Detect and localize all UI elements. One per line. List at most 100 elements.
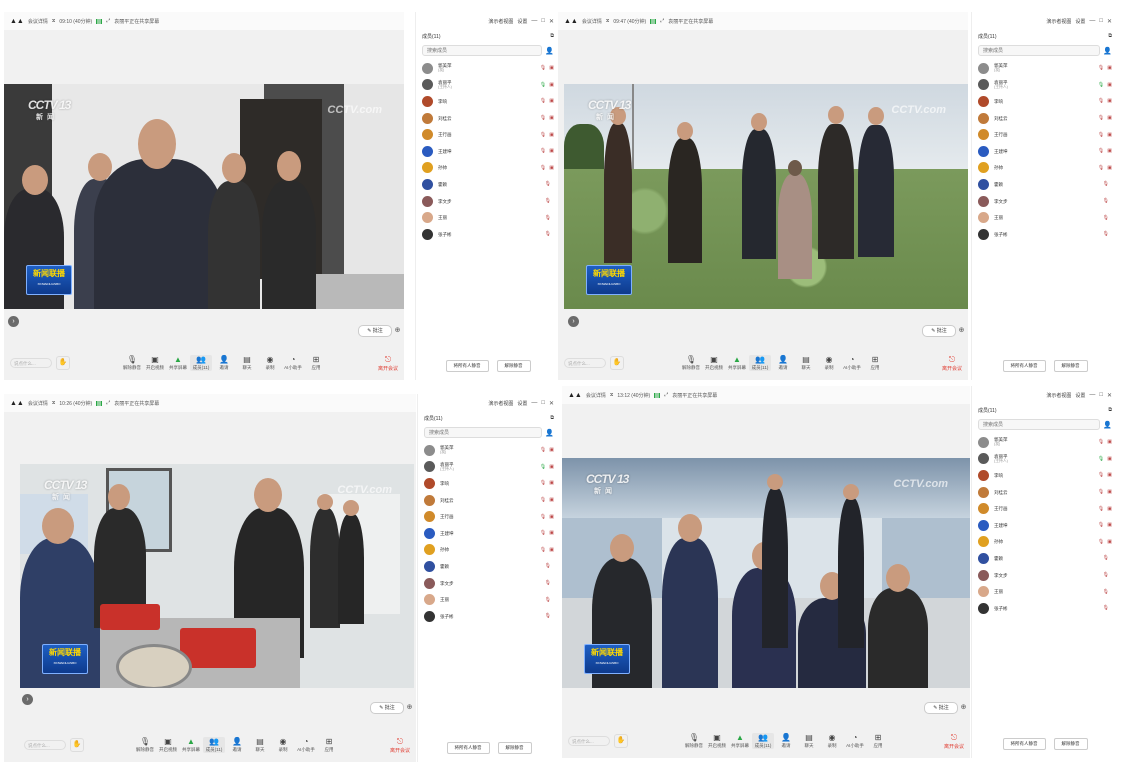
unmute-all-button[interactable]: 解除静音: [497, 742, 532, 754]
meeting-info-label[interactable]: 会议详情: [582, 18, 602, 25]
add-member-icon[interactable]: 👤: [1103, 421, 1112, 429]
camera-off-icon[interactable]: ▣: [1107, 472, 1112, 478]
annotate-button[interactable]: ✎ 批注: [924, 702, 958, 714]
settings-button[interactable]: 设置: [517, 18, 527, 25]
share-screen-button[interactable]: ▲ 共享屏幕: [167, 355, 189, 371]
mic-muted-icon[interactable]: 🎙: [1098, 489, 1104, 495]
member-row[interactable]: 李响 🎙 ▣: [972, 93, 1118, 110]
annotate-button[interactable]: ✎ 批注: [922, 325, 956, 337]
member-row[interactable]: 李响 🎙 ▣: [972, 467, 1118, 484]
camera-off-icon[interactable]: ▣: [549, 148, 554, 154]
member-row[interactable]: 张子彬 🎙: [972, 226, 1118, 243]
apps-button[interactable]: ⊞ 应用: [305, 355, 327, 371]
mic-muted-icon[interactable]: 🎙: [540, 132, 546, 138]
zoom-icon[interactable]: ⊕: [393, 326, 402, 335]
expand-arrow-icon[interactable]: ›: [8, 316, 19, 327]
member-row[interactable]: 孙帅 🎙 ▣: [972, 534, 1118, 551]
mute-all-button[interactable]: 将所有人静音: [1002, 738, 1046, 750]
unmute-all-button[interactable]: 解除静音: [496, 360, 531, 372]
mic-muted-icon[interactable]: 🎙: [545, 613, 551, 619]
camera-off-icon[interactable]: ▣: [1107, 82, 1112, 88]
member-row[interactable]: 王建坤 🎙 ▣: [972, 143, 1118, 160]
member-row[interactable]: 李文步 🎙: [418, 575, 560, 592]
member-row[interactable]: 袁丽平 (主持人) 🎙 ▣: [972, 77, 1118, 94]
share-window-icon[interactable]: ⤢: [660, 18, 664, 24]
sharing-status[interactable]: 袁丽平正在共享屏幕: [114, 18, 159, 25]
mic-muted-icon[interactable]: 🎙: [545, 563, 551, 569]
invite-button[interactable]: 👤 邀请: [213, 355, 235, 371]
members-button[interactable]: 👥 成员(11): [752, 733, 774, 749]
mic-muted-icon[interactable]: 🎙: [1103, 231, 1109, 237]
member-row[interactable]: 孙帅 🎙 ▣: [416, 160, 560, 177]
mic-muted-icon[interactable]: 🎙: [545, 215, 551, 221]
unmute-button[interactable]: 🎙 解除静音: [683, 733, 705, 749]
mic-muted-icon[interactable]: 🎙: [540, 480, 546, 486]
share-screen-button[interactable]: ▲ 共享屏幕: [726, 355, 748, 371]
sharing-status[interactable]: 袁丽平正在共享屏幕: [668, 18, 713, 25]
camera-off-icon[interactable]: ▣: [1107, 506, 1112, 512]
zoom-icon[interactable]: ⊕: [957, 326, 966, 335]
member-row[interactable]: 霍颖 🎙: [416, 176, 560, 193]
mic-muted-icon[interactable]: 🎙: [1103, 198, 1109, 204]
member-row[interactable]: 王丽 🎙: [972, 209, 1118, 226]
member-row[interactable]: 孙帅 🎙 ▣: [972, 160, 1118, 177]
meeting-info-label[interactable]: 会议详情: [586, 392, 606, 399]
unmute-all-button[interactable]: 解除静音: [1053, 738, 1088, 750]
share-screen-button[interactable]: ▲ 共享屏幕: [180, 737, 202, 753]
member-row[interactable]: 李响 🎙 ▣: [416, 93, 560, 110]
close-icon[interactable]: ✕: [1107, 18, 1112, 25]
add-member-icon[interactable]: 👤: [1103, 47, 1112, 55]
mute-all-button[interactable]: 将所有人静音: [1002, 360, 1046, 372]
minimize-icon[interactable]: —: [1089, 18, 1095, 24]
ai-assistant-button[interactable]: ◔ AI小助手: [282, 355, 304, 371]
unmute-button[interactable]: 🎙 解除静音: [680, 355, 702, 371]
minimize-icon[interactable]: —: [531, 18, 537, 24]
member-row[interactable]: 王丽 🎙: [418, 591, 560, 608]
mute-all-button[interactable]: 将所有人静音: [446, 742, 490, 754]
close-icon[interactable]: ✕: [549, 18, 554, 25]
video-button[interactable]: ▣ 开启视频: [706, 733, 728, 749]
leave-button[interactable]: ⎋ 离开会议: [378, 355, 398, 372]
sharing-status[interactable]: 袁丽平正在共享屏幕: [672, 392, 717, 399]
video-button[interactable]: ▣ 开启视频: [144, 355, 166, 371]
mic-muted-icon[interactable]: 🎙: [1098, 165, 1104, 171]
expand-arrow-icon[interactable]: ›: [22, 694, 33, 705]
camera-off-icon[interactable]: ▣: [549, 165, 554, 171]
camera-off-icon[interactable]: ▣: [549, 98, 554, 104]
apps-button[interactable]: ⊞ 应用: [318, 737, 340, 753]
maximize-icon[interactable]: □: [1099, 18, 1103, 24]
mic-muted-icon[interactable]: 🎙: [540, 115, 546, 121]
camera-off-icon[interactable]: ▣: [1107, 439, 1112, 445]
member-row[interactable]: 王建坤 🎙 ▣: [416, 143, 560, 160]
unmute-button[interactable]: 🎙 解除静音: [121, 355, 143, 371]
popout-icon[interactable]: ⧉: [550, 415, 554, 421]
meeting-info-label[interactable]: 会议详情: [28, 400, 48, 407]
raise-hand-icon[interactable]: ✋: [56, 356, 70, 370]
camera-off-icon[interactable]: ▣: [549, 480, 554, 486]
member-row[interactable]: 刘桂云 🎙 ▣: [972, 110, 1118, 127]
mic-muted-icon[interactable]: 🎙: [540, 65, 546, 71]
settings-button[interactable]: 设置: [1075, 18, 1085, 25]
mic-muted-icon[interactable]: 🎙: [545, 597, 551, 603]
mic-muted-icon[interactable]: 🎙: [1098, 82, 1104, 88]
member-row[interactable]: 袁丽平 (主持人) 🎙 ▣: [416, 77, 560, 94]
unmute-button[interactable]: 🎙 解除静音: [134, 737, 156, 753]
settings-button[interactable]: 设置: [517, 400, 527, 407]
mic-muted-icon[interactable]: 🎙: [1098, 148, 1104, 154]
member-row[interactable]: 孙帅 🎙 ▣: [418, 542, 560, 559]
chat-button[interactable]: ▤ 聊天: [795, 355, 817, 371]
member-row[interactable]: 王行画 🎙 ▣: [416, 126, 560, 143]
apps-button[interactable]: ⊞ 应用: [864, 355, 886, 371]
member-row[interactable]: 李文步 🎙: [972, 193, 1118, 210]
member-row[interactable]: 李文步 🎙: [416, 193, 560, 210]
member-row[interactable]: 袁丽平 (主持人) 🎙 ▣: [418, 459, 560, 476]
invite-button[interactable]: 👤 邀请: [775, 733, 797, 749]
video-button[interactable]: ▣ 开启视频: [157, 737, 179, 753]
popout-icon[interactable]: ⧉: [1108, 33, 1112, 39]
leave-button[interactable]: ⎋ 离开会议: [390, 737, 410, 754]
member-row[interactable]: 王行画 🎙 ▣: [418, 508, 560, 525]
chat-input[interactable]: 说点什么...: [568, 736, 610, 746]
share-window-icon[interactable]: ⤢: [106, 400, 110, 406]
chat-input[interactable]: 说点什么...: [24, 740, 66, 750]
share-screen-button[interactable]: ▲ 共享屏幕: [729, 733, 751, 749]
